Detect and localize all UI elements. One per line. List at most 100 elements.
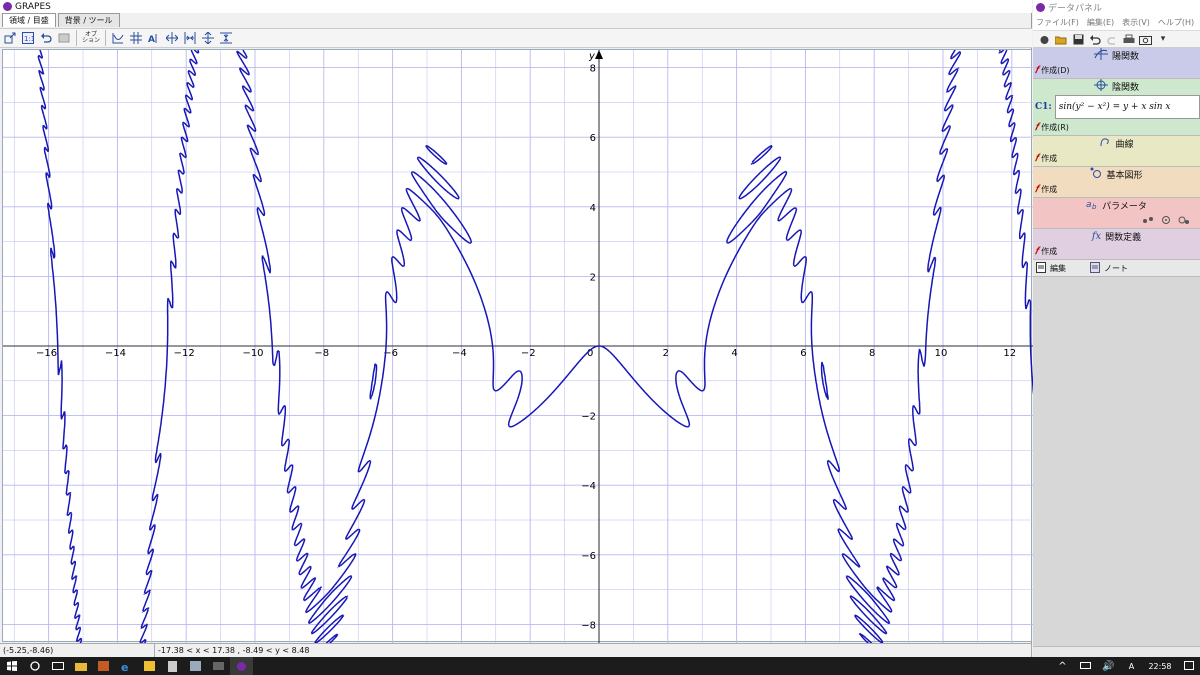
search-icon[interactable] — [23, 657, 46, 675]
y-tick-label: 8 — [590, 64, 596, 75]
print-icon[interactable] — [1122, 32, 1136, 46]
explicit-create-label[interactable]: 作成(D) — [1041, 65, 1069, 76]
grid-lines — [3, 50, 1033, 643]
open-folder-icon[interactable] — [1054, 32, 1068, 46]
graph-plot[interactable]: −16 −14 −12 −10 −8 −6 −4 −2 0 2 4 6 8 10 128642−2−4−6−… — [3, 49, 1035, 645]
new-icon[interactable] — [1037, 32, 1051, 46]
redo-icon[interactable] — [1105, 32, 1119, 46]
y-tick-label: −4 — [581, 481, 596, 492]
function-definition-icon: fx — [1091, 231, 1102, 242]
tab-strip: 領域 / 目盛 背景 / ツール — [0, 13, 120, 27]
function-create-label[interactable]: 作成 — [1041, 246, 1057, 257]
expand-x-icon[interactable] — [164, 30, 180, 46]
edit-button[interactable]: 編集 — [1050, 263, 1066, 274]
app-icon-2[interactable] — [138, 657, 161, 675]
start-icon[interactable] — [0, 657, 23, 675]
explicit-function-header[interactable]: 陽関数 — [1033, 48, 1200, 63]
windows-taskbar: e ^ 🔊 A 22:58 — [0, 657, 1200, 675]
grapes-taskbar-icon[interactable] — [230, 657, 253, 675]
expand-y-icon[interactable] — [200, 30, 216, 46]
svg-text:a: a — [1086, 200, 1092, 210]
x-tick-label: −12 — [174, 348, 195, 359]
curve-tool-icon[interactable] — [110, 30, 126, 46]
implicit-create-label[interactable]: 作成(R) — [1041, 122, 1069, 133]
menu-view[interactable]: 表示(V) — [1122, 17, 1150, 28]
task-view-icon[interactable] — [46, 657, 69, 675]
note-button[interactable]: ノート — [1104, 263, 1128, 274]
app-icon-1[interactable] — [92, 657, 115, 675]
scale-1-1-icon[interactable]: 1:1 — [20, 30, 36, 46]
implicit-create-row[interactable]: 𝑓 作成(R) — [1033, 120, 1200, 135]
y-tick-label: −2 — [581, 412, 596, 423]
network-icon[interactable] — [1074, 657, 1097, 675]
shape-create-label[interactable]: 作成 — [1041, 184, 1057, 195]
redo-view-icon[interactable] — [56, 30, 72, 46]
curve-header[interactable]: 曲線 — [1033, 136, 1200, 151]
chevron-down-icon[interactable]: ▾ — [1156, 32, 1170, 46]
curve-create-label[interactable]: 作成 — [1041, 153, 1057, 164]
parameter-header[interactable]: ab パラメータ — [1033, 198, 1200, 213]
x-tick-label: 6 — [800, 348, 806, 359]
equation-field[interactable]: sin(y² − x²) = y + x sin x — [1054, 95, 1200, 119]
parameter-tool-icon-3[interactable] — [1178, 215, 1190, 227]
grid-icon[interactable] — [128, 30, 144, 46]
app-icon-3[interactable] — [184, 657, 207, 675]
clock[interactable]: 22:58 — [1143, 662, 1177, 671]
notification-icon[interactable] — [1177, 657, 1200, 675]
shapes-icon — [1090, 167, 1102, 182]
x-tick-label: 4 — [731, 348, 737, 359]
curve-icon — [1099, 136, 1111, 151]
calculator-icon[interactable] — [161, 657, 184, 675]
create-icon: 𝑓 — [1035, 184, 1039, 195]
shrink-y-icon[interactable] — [218, 30, 234, 46]
axes — [3, 50, 1033, 643]
camera-icon[interactable] — [1139, 32, 1153, 46]
file-explorer-icon[interactable] — [69, 657, 92, 675]
undo-view-icon[interactable] — [38, 30, 54, 46]
function-definition-header[interactable]: fx 関数定義 — [1033, 229, 1200, 244]
undo-icon[interactable] — [1088, 32, 1102, 46]
data-panel-title-bar: データパネル — [1033, 0, 1200, 15]
implicit-function-header[interactable]: 陰関数 — [1033, 79, 1200, 94]
status-bar: (-5.25,-8.46) -17.38 < x < 17.38 , -8.49… — [0, 643, 1032, 657]
options-button[interactable]: オプ ション — [81, 30, 101, 46]
curve-create-row[interactable]: 𝑓 作成 — [1033, 151, 1200, 166]
label-icon[interactable]: A — [146, 30, 162, 46]
tab-range-scale[interactable]: 領域 / 目盛 — [2, 13, 56, 27]
menu-edit[interactable]: 編集(E) — [1087, 17, 1114, 28]
zoom-rect-icon[interactable] — [2, 30, 18, 46]
parameter-tool-icon-2[interactable] — [1160, 215, 1172, 227]
toolbar-divider — [105, 30, 106, 46]
panel-horizontal-scrollbar[interactable] — [1033, 646, 1200, 657]
shrink-x-icon[interactable] — [182, 30, 198, 46]
ime-icon[interactable]: A — [1120, 657, 1143, 675]
panel-bottom-bar: 編集 ノート — [1033, 260, 1200, 277]
function-create-row[interactable]: 𝑓 作成 — [1033, 244, 1200, 259]
y-tick-label: −6 — [581, 551, 596, 562]
edge-icon[interactable]: e — [115, 657, 138, 675]
implicit-entry-row[interactable]: C1: sin(y² − x²) = y + x sin x — [1033, 94, 1200, 120]
x-tick-label: 8 — [869, 348, 875, 359]
create-icon: 𝑓 — [1035, 65, 1039, 76]
explicit-create-row[interactable]: 𝑓 作成(D) — [1033, 63, 1200, 78]
graph-canvas[interactable]: −16 −14 −12 −10 −8 −6 −4 −2 0 2 4 6 8 10 12 8 6 4 2 −2 −4 −6−… — [2, 49, 1035, 645]
implicit-function-section: 陰関数 C1: sin(y² − x²) = y + x sin x 𝑓 作成(… — [1033, 79, 1200, 136]
menu-file[interactable]: ファイル(F) — [1036, 17, 1079, 28]
parameter-tool-icon-1[interactable] — [1142, 215, 1154, 227]
chevron-up-icon[interactable]: ^ — [1051, 657, 1074, 675]
implicit-curve-path — [37, 49, 1035, 645]
shape-create-row[interactable]: 𝑓 作成 — [1033, 182, 1200, 197]
explicit-function-title: 陽関数 — [1111, 52, 1139, 62]
menu-help[interactable]: ヘルプ(H) — [1158, 17, 1194, 28]
function-definition-title: 関数定義 — [1105, 233, 1142, 243]
save-icon[interactable] — [1071, 32, 1085, 46]
x-tick-label: −8 — [314, 348, 329, 359]
tab-background-tools[interactable]: 背景 / ツール — [57, 13, 120, 27]
volume-icon[interactable]: 🔊 — [1097, 657, 1120, 675]
create-icon: 𝑓 — [1035, 153, 1039, 164]
note-icon — [1090, 261, 1100, 275]
create-icon: 𝑓 — [1035, 246, 1039, 257]
app-icon-4[interactable] — [207, 657, 230, 675]
basic-shapes-header[interactable]: 基本図形 — [1033, 167, 1200, 182]
parameter-tools-row — [1033, 213, 1200, 228]
